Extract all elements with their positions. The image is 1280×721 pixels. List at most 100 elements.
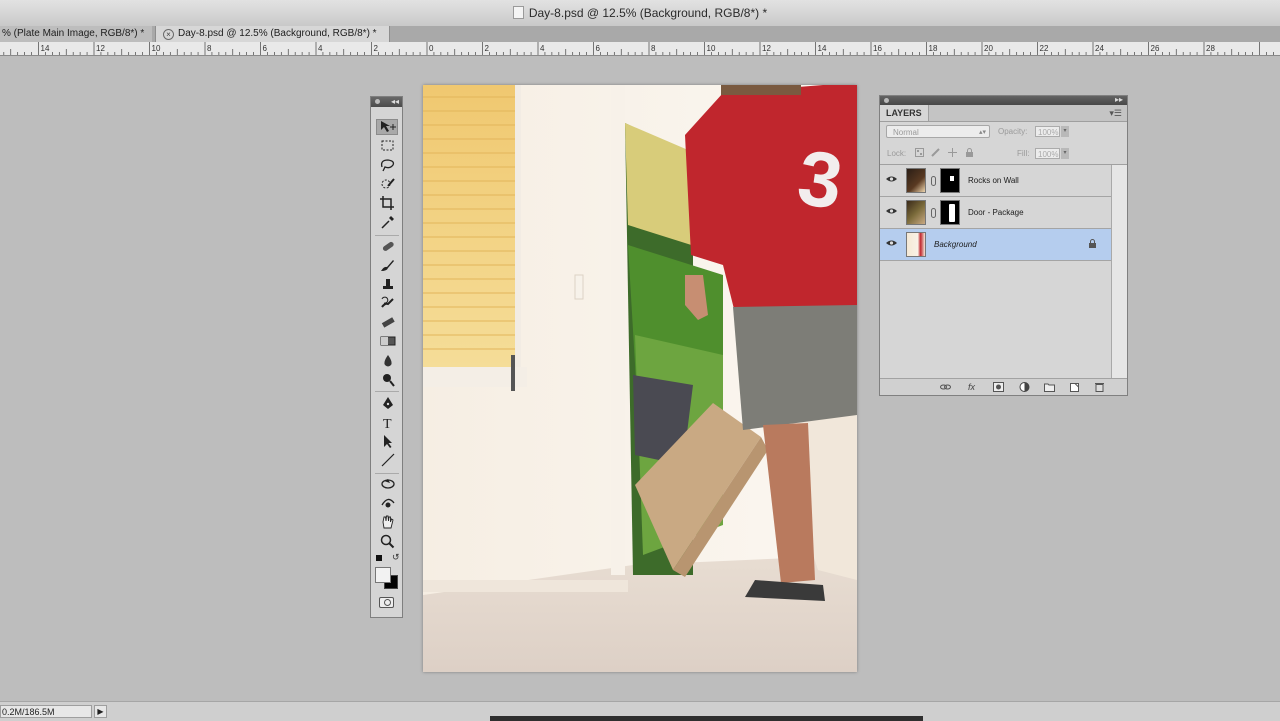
foreground-color-swatch[interactable] bbox=[375, 567, 391, 583]
lock-transparent-icon[interactable] bbox=[915, 148, 924, 157]
ruler-label: 8 bbox=[207, 44, 212, 53]
opacity-slider-arrow[interactable]: ▾ bbox=[1061, 126, 1069, 137]
eye-icon[interactable] bbox=[886, 239, 897, 247]
layers-scrollbar[interactable] bbox=[1111, 165, 1127, 379]
ruler-label: 14 bbox=[41, 44, 50, 53]
layer-name: Rocks on Wall bbox=[968, 176, 1019, 185]
ruler-label: 0 bbox=[429, 44, 434, 53]
ruler-label: 14 bbox=[818, 44, 827, 53]
zoom-tool[interactable] bbox=[376, 533, 398, 549]
eye-icon[interactable] bbox=[886, 175, 897, 183]
path-selection-tool[interactable] bbox=[376, 433, 398, 449]
hand-tool[interactable] bbox=[376, 514, 398, 530]
dodge-tool-icon bbox=[382, 374, 395, 387]
clone-stamp-tool[interactable] bbox=[376, 276, 398, 292]
history-brush-tool[interactable] bbox=[376, 295, 398, 311]
healing-brush-tool-icon bbox=[382, 241, 394, 251]
blur-tool-icon bbox=[383, 355, 392, 367]
blend-mode-value: Normal bbox=[893, 128, 919, 137]
eyedropper-tool[interactable] bbox=[376, 214, 398, 230]
lock-position-icon[interactable] bbox=[948, 148, 957, 157]
ruler-label: 12 bbox=[762, 44, 771, 53]
layers-panel: ▸▸ LAYERS ▾☰ Normal ▴▾ Opacity: 100% ▾ Lo… bbox=[879, 95, 1128, 396]
eraser-tool-icon bbox=[381, 317, 395, 328]
zoom-tool-icon bbox=[380, 534, 394, 549]
blur-tool[interactable] bbox=[376, 353, 398, 369]
healing-brush-tool[interactable] bbox=[376, 238, 398, 254]
link-layers-icon[interactable] bbox=[940, 382, 951, 392]
ruler-label: 2 bbox=[485, 44, 490, 53]
panel-close-icon[interactable] bbox=[375, 99, 380, 104]
tab-label: Day-8.psd @ 12.5% (Background, RGB/8*) * bbox=[178, 28, 377, 39]
tools-panel-header[interactable]: ◂◂ bbox=[371, 97, 402, 107]
document-canvas[interactable]: 3 bbox=[423, 85, 857, 672]
quick-mask-button[interactable] bbox=[379, 597, 394, 608]
layer-mask-thumbnail[interactable] bbox=[940, 168, 960, 193]
close-icon[interactable]: × bbox=[163, 29, 174, 40]
type-tool[interactable]: T bbox=[376, 414, 398, 430]
move-tool[interactable] bbox=[376, 119, 398, 135]
ruler-ticks: 14 12 10 8 6 4 2 0 2 4 6 8 10 12 14 16 18 20 22 24 26 28 bbox=[3, 42, 1274, 55]
path-selection-tool-icon bbox=[383, 435, 392, 448]
mask-link-icon[interactable] bbox=[931, 176, 936, 186]
swap-colors-icon[interactable]: ↺ bbox=[392, 552, 400, 563]
layer-row-rocks-on-wall[interactable]: Rocks on Wall bbox=[880, 165, 1111, 197]
lock-icon bbox=[1089, 239, 1096, 248]
clone-stamp-tool-icon bbox=[382, 279, 393, 289]
fill-input[interactable]: 100% bbox=[1035, 148, 1060, 159]
marquee-tool[interactable] bbox=[376, 138, 398, 154]
crop-tool[interactable] bbox=[376, 195, 398, 211]
document-size-info: 0.2M/186.5M bbox=[0, 705, 92, 718]
tab-plate-main-image[interactable]: % (Plate Main Image, RGB/8*) * bbox=[0, 26, 152, 42]
window-title-wrap: Day-8.psd @ 12.5% (Background, RGB/8*) * bbox=[0, 0, 1280, 26]
new-layer-icon[interactable] bbox=[1069, 382, 1080, 392]
opacity-input[interactable]: 100% bbox=[1035, 126, 1060, 137]
layer-name: Door - Package bbox=[968, 208, 1024, 217]
pen-tool[interactable] bbox=[376, 395, 398, 411]
eye-icon[interactable] bbox=[886, 207, 897, 215]
panel-menu-icon[interactable]: ▾☰ bbox=[1109, 108, 1122, 119]
ruler-label: 28 bbox=[1206, 44, 1215, 53]
ruler-label: 22 bbox=[1040, 44, 1049, 53]
layer-mask-thumbnail[interactable] bbox=[940, 200, 960, 225]
3d-rotate-tool[interactable] bbox=[376, 476, 398, 492]
collapse-icon[interactable]: ▸▸ bbox=[1115, 95, 1123, 105]
lock-all-icon[interactable] bbox=[965, 148, 974, 157]
move-tool-icon bbox=[380, 121, 396, 132]
brush-tool[interactable] bbox=[376, 257, 398, 273]
dodge-tool[interactable] bbox=[376, 372, 398, 388]
mask-link-icon[interactable] bbox=[931, 208, 936, 218]
crop-tool-icon bbox=[379, 196, 394, 210]
blend-mode-select[interactable]: Normal ▴▾ bbox=[886, 125, 990, 138]
ruler-label: 10 bbox=[152, 44, 161, 53]
ruler-label: 12 bbox=[96, 44, 105, 53]
adjustment-layer-icon[interactable] bbox=[1019, 382, 1030, 392]
layer-row-door-package[interactable]: Door - Package bbox=[880, 197, 1111, 229]
fill-slider-arrow[interactable]: ▾ bbox=[1061, 148, 1069, 159]
trash-icon[interactable] bbox=[1094, 382, 1105, 392]
3d-orbit-tool[interactable] bbox=[376, 495, 398, 511]
tab-layers[interactable]: LAYERS bbox=[880, 105, 929, 121]
ruler-label: 24 bbox=[1095, 44, 1104, 53]
canvas-image: 3 bbox=[423, 85, 857, 672]
lasso-tool[interactable] bbox=[376, 157, 398, 173]
layers-panel-header[interactable]: ▸▸ bbox=[880, 95, 1127, 105]
eraser-tool[interactable] bbox=[376, 314, 398, 330]
lasso-tool-icon bbox=[380, 159, 394, 172]
fx-icon[interactable]: fx bbox=[968, 382, 979, 392]
default-colors-icon[interactable] bbox=[376, 555, 382, 561]
gradient-tool[interactable] bbox=[376, 333, 398, 349]
layer-row-background[interactable]: Background bbox=[880, 229, 1111, 261]
quick-selection-tool[interactable] bbox=[376, 176, 398, 192]
add-mask-icon[interactable] bbox=[993, 382, 1004, 392]
panel-close-icon[interactable] bbox=[884, 98, 889, 103]
line-tool[interactable] bbox=[376, 452, 398, 468]
status-menu-button[interactable]: ▶ bbox=[94, 705, 107, 718]
3d-orbit-tool-icon bbox=[380, 498, 395, 508]
status-bar: 0.2M/186.5M ▶ bbox=[0, 701, 1280, 721]
lock-image-pixels-icon[interactable] bbox=[931, 148, 940, 157]
collapse-icon[interactable]: ◂◂ bbox=[391, 97, 399, 107]
horizontal-ruler[interactable]: 14 12 10 8 6 4 2 0 2 4 6 8 10 12 14 16 18 20 22 24 26 28 bbox=[0, 42, 1280, 56]
new-group-icon[interactable] bbox=[1044, 382, 1055, 392]
tab-day-8[interactable]: × Day-8.psd @ 12.5% (Background, RGB/8*)… bbox=[155, 26, 390, 42]
